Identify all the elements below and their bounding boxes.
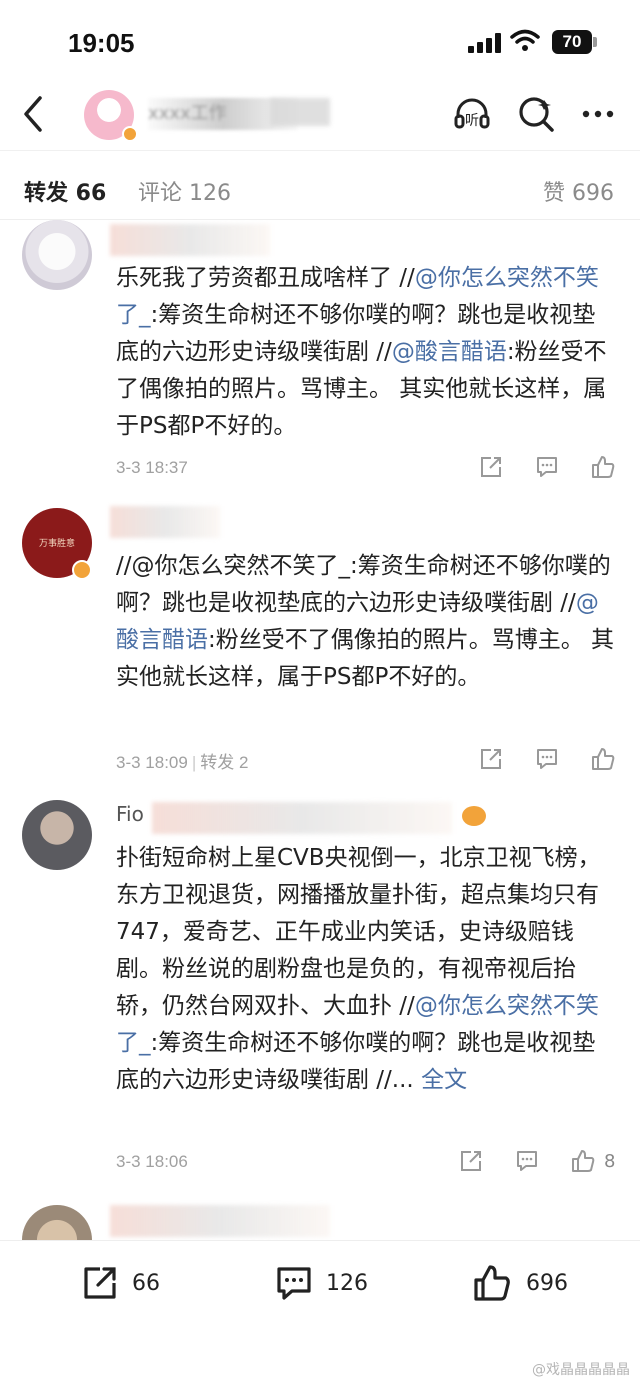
back-arrow-icon[interactable]: [18, 94, 48, 134]
like-count[interactable]: 696: [526, 1271, 568, 1296]
repost-item-partial: [0, 1195, 640, 1240]
repost-item: 万事胜意 //@你怎么突然不笑了_:筹资生命树还不够你噗的啊？跳也是收视垫底的六…: [0, 498, 640, 783]
comment-text: //@你怎么突然不笑了_:筹资生命树还不够你噗的啊？跳也是收视垫底的六边形史诗级…: [116, 553, 615, 690]
tab-forward[interactable]: 转发 66: [24, 175, 106, 207]
comment-icon[interactable]: [274, 1263, 314, 1303]
status-bar: 19:05 70: [0, 0, 640, 80]
share-icon[interactable]: [478, 746, 504, 772]
bottom-action-bar: 66 126 696 @戏晶晶晶晶晶: [0, 1240, 640, 1385]
comment-text: 乐死我了劳资都丑成啥样了 //@你怎么突然不笑了_:筹资生命树还不够你噗的啊？跳…: [116, 265, 607, 439]
expand-full-text-link[interactable]: 全文: [421, 1067, 467, 1093]
top-nav: xxxx工作 听: [0, 80, 640, 150]
tab-like[interactable]: 赞 696: [543, 175, 614, 207]
commenter-name[interactable]: [110, 1205, 330, 1237]
wifi-icon: [510, 29, 540, 51]
share-icon[interactable]: [478, 454, 504, 480]
share-icon[interactable]: [458, 1148, 484, 1174]
repost-item: Fio 扑街短命树上星CVB央视倒一，北京卫视飞榜，东方卫视退货，网播播放量扑街…: [0, 790, 640, 1190]
commenter-name-prefix[interactable]: Fio: [116, 802, 144, 826]
battery-indicator: 70: [552, 30, 592, 54]
comment-date: 3-3 18:09: [116, 753, 188, 772]
forward-count[interactable]: 66: [132, 1271, 160, 1296]
cellular-signal-icon: [468, 33, 502, 53]
watermark: @戏晶晶晶晶晶: [532, 1362, 630, 1378]
svg-text:听: 听: [465, 113, 479, 129]
like-icon[interactable]: [590, 746, 616, 772]
like-count: 8: [604, 1151, 616, 1172]
commenter-avatar[interactable]: [22, 1205, 92, 1240]
tab-bar: 转发 66 评论 126 赞 696: [0, 150, 640, 220]
listen-icon[interactable]: 听: [452, 94, 492, 134]
verified-badge-icon: [72, 560, 92, 580]
comment-count[interactable]: 126: [326, 1271, 368, 1296]
comment-icon[interactable]: [534, 746, 560, 772]
avatar-text: 万事胜意: [38, 539, 75, 549]
repost-item: 乐死我了劳资都丑成啥样了 //@你怎么突然不笑了_:筹资生命树还不够你噗的啊？跳…: [0, 220, 640, 498]
search-icon[interactable]: [516, 94, 556, 134]
verified-badge-icon: [122, 126, 138, 142]
commenter-avatar[interactable]: [22, 220, 92, 290]
name-blur: [270, 98, 330, 126]
like-icon[interactable]: [590, 454, 616, 480]
comment-date: 3-3 18:06: [116, 1152, 188, 1171]
meta-separator: |: [191, 753, 197, 772]
commenter-avatar[interactable]: [22, 800, 92, 870]
comment-icon[interactable]: [514, 1148, 540, 1174]
commenter-name[interactable]: [110, 506, 220, 538]
status-time: 19:05: [68, 28, 135, 58]
like-icon[interactable]: [570, 1148, 596, 1174]
battery-tip: [593, 37, 597, 47]
tab-comment[interactable]: 评论 126: [138, 175, 231, 207]
fan-badge-icon: [462, 806, 486, 826]
like-icon[interactable]: [472, 1263, 512, 1303]
commenter-name[interactable]: [152, 802, 452, 834]
mention-link[interactable]: @酸言醋语: [392, 339, 507, 365]
forward-icon[interactable]: [80, 1263, 120, 1303]
commenter-name[interactable]: [110, 224, 270, 256]
comment-text: 扑街短命树上星CVB央视倒一，北京卫视飞榜，东方卫视退货，网播播放量扑街，超点集…: [116, 845, 601, 1093]
comment-date: 3-3 18:37: [116, 458, 188, 477]
comment-icon[interactable]: [534, 454, 560, 480]
comment-meta: 3-3 18:09 | 转发 2: [116, 748, 248, 773]
repost-count[interactable]: 转发 2: [200, 753, 248, 772]
more-icon[interactable]: [578, 94, 618, 134]
